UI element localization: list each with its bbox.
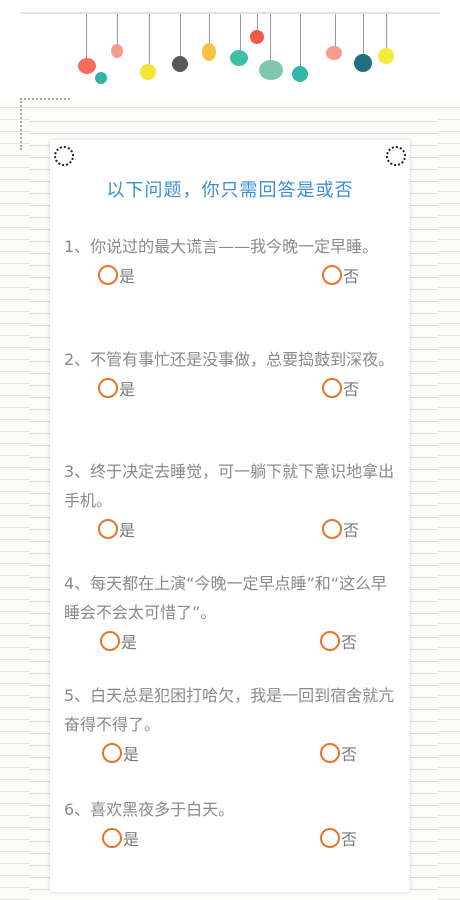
option-no[interactable]: 否 [322,517,359,541]
radio-icon[interactable] [322,378,342,398]
option-no[interactable]: 否 [322,376,359,400]
radio-icon[interactable] [320,828,340,848]
question-3: 3、终于决定去睡觉，可一躺下就下意识地拿出手机。 是 否 [64,457,400,543]
red-bead [250,30,264,44]
radio-icon[interactable] [100,631,120,651]
option-no[interactable]: 否 [320,629,357,653]
gold-bead [202,43,216,61]
gray-bead [172,56,188,72]
coral-bead [78,58,96,74]
green-bead [230,50,248,66]
question-text: 5、白天总是犯困打哈欠，我是一回到宿舍就亢奋得不得了。 [64,686,395,734]
radio-icon[interactable] [322,265,342,285]
radio-icon[interactable] [320,631,340,651]
page-title: 以下问题，你只需回答是或否 [106,180,354,201]
yellow-bead [140,64,156,80]
question-text: 1、你说过的最大谎言——我今晚一定早睡。 [64,237,379,256]
radio-icon[interactable] [322,519,342,539]
question-5: 5、白天总是犯困打哈欠，我是一回到宿舍就亢奋得不得了。 是 否 [64,681,400,767]
hanging-decoration [0,0,460,100]
quiz-page: 以下问题，你只需回答是或否 1、你说过的最大谎言——我今晚一定早睡。 是 否 2… [0,0,460,900]
question-text: 6、喜欢黑夜多于白天。 [64,800,235,819]
salmon-bead [326,46,342,60]
question-text: 4、每天都在上演“今晚一定早点睡”和“这么早睡会不会太可惜了”。 [64,574,388,622]
radio-icon[interactable] [98,519,118,539]
option-yes[interactable]: 是 [102,826,139,850]
option-yes[interactable]: 是 [102,741,139,765]
question-6: 6、喜欢黑夜多于白天。 是 否 [64,795,400,852]
pink-bead [111,44,123,58]
question-2: 2、不管有事忙还是没事做，总要捣鼓到深夜。 是 否 [64,345,400,402]
binder-ring-icon [386,146,406,166]
radio-icon[interactable] [102,743,122,763]
binder-ring-icon [54,146,74,166]
question-text: 3、终于决定去睡觉，可一躺下就下意识地拿出手机。 [64,462,395,510]
navy-bead [354,54,372,72]
option-yes[interactable]: 是 [98,376,135,400]
teal-bead [95,72,107,84]
question-4: 4、每天都在上演“今晚一定早点睡”和“这么早睡会不会太可惜了”。 是 否 [64,569,400,655]
radio-icon[interactable] [102,828,122,848]
decoration-line [20,12,440,14]
option-no[interactable]: 否 [322,263,359,287]
option-no[interactable]: 否 [320,741,357,765]
question-text: 2、不管有事忙还是没事做，总要捣鼓到深夜。 [64,350,395,369]
option-no[interactable]: 否 [320,826,357,850]
lemon-bead [378,48,394,64]
option-yes[interactable]: 是 [98,517,135,541]
mint-bead [259,60,283,80]
question-1: 1、你说过的最大谎言——我今晚一定早睡。 是 否 [64,232,400,289]
radio-icon[interactable] [98,265,118,285]
cyan-bead [292,66,308,82]
radio-icon[interactable] [98,378,118,398]
option-yes[interactable]: 是 [100,629,137,653]
quiz-card: 以下问题，你只需回答是或否 1、你说过的最大谎言——我今晚一定早睡。 是 否 2… [50,140,410,892]
option-yes[interactable]: 是 [98,263,135,287]
radio-icon[interactable] [320,743,340,763]
